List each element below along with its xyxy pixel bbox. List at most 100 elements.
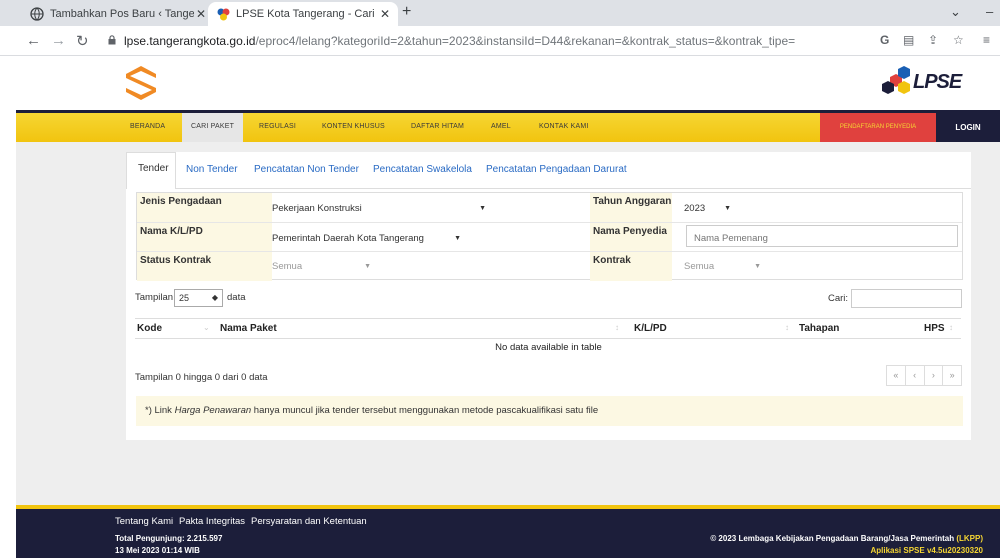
column-nama-paket[interactable]: Nama Paket	[220, 323, 277, 334]
login-button[interactable]: LOGIN	[936, 113, 1000, 142]
register-provider-button[interactable]: PENDAFTARAN PENYEDIA	[820, 113, 936, 142]
note-harga-penawaran: Harga Penawaran	[174, 405, 252, 416]
copyright-org: (LKPP)	[956, 534, 983, 543]
jenis-pengadaan-value: Pekerjaan Konstruksi	[272, 202, 362, 214]
table-header: Kode ⌄ Nama Paket ↕ K/L/PD ↕ Tahapan HPS…	[135, 318, 961, 339]
next-page-button[interactable]: ›	[925, 366, 944, 385]
show-entries-label: Tampilan	[135, 292, 174, 303]
minimize-icon[interactable]: –	[986, 4, 993, 19]
previous-page-button[interactable]: ‹	[906, 366, 925, 385]
sort-icon[interactable]: ↕	[949, 323, 953, 332]
menu-item-cari-paket[interactable]: CARI PAKET	[182, 113, 244, 142]
search-label: Cari:	[828, 293, 849, 304]
share-icon[interactable]: ⇪	[928, 33, 938, 47]
reload-icon[interactable]: ↻	[76, 32, 89, 50]
lpse-favicon-icon	[216, 7, 230, 21]
status-kontrak-value: Semua	[272, 260, 303, 272]
status-kontrak-select[interactable]: Semua ▼	[267, 255, 377, 277]
kontrak-value: Semua	[684, 260, 715, 272]
last-page-button[interactable]: »	[943, 366, 961, 385]
tab-tender[interactable]: Tender	[126, 152, 176, 189]
note-suffix: hanya muncul jika tender tersebut menggu…	[251, 405, 599, 416]
menu-item-regulasi[interactable]: REGULASI	[259, 123, 296, 130]
footer-datetime: 13 Mei 2023 01:14 WIB	[115, 546, 200, 555]
kontrak-select[interactable]: Semua ▼	[679, 255, 767, 277]
address-bar: ← → ↻ lpse.tangerangkota.go.id/eproc4/le…	[0, 26, 1000, 56]
nama-kl-value: Pemerintah Daerah Kota Tangerang	[272, 232, 424, 244]
column-tahapan[interactable]: Tahapan	[799, 323, 839, 334]
tahun-anggaran-select[interactable]: 2023 ▼	[679, 197, 737, 219]
caret-down-icon: ▼	[454, 234, 461, 242]
browser-tab-lpse[interactable]: LPSE Kota Tangerang - Cari Paket ✕	[208, 2, 398, 26]
close-tab-icon[interactable]: ✕	[194, 7, 208, 21]
forward-arrow-icon[interactable]: →	[51, 32, 66, 49]
page-size-value: 25	[179, 293, 190, 303]
nama-kl-select[interactable]: Pemerintah Daerah Kota Tangerang ▼	[267, 227, 467, 249]
menu-item-kontak-kami[interactable]: KONTAK KAMI	[539, 123, 589, 130]
sort-icon[interactable]: ⌄	[203, 323, 210, 332]
caret-down-icon: ▼	[754, 262, 761, 270]
site-header: LPSE	[16, 56, 1000, 110]
tab-pencatatan-pengadaan-darurat[interactable]: Pencatatan Pengadaan Darurat	[486, 164, 627, 175]
url-field[interactable]: lpse.tangerangkota.go.id/eproc4/lelang?k…	[108, 31, 863, 51]
column-kode[interactable]: Kode	[137, 323, 162, 334]
first-page-button[interactable]: «	[887, 366, 906, 385]
nama-penyedia-input[interactable]	[686, 225, 958, 247]
caret-down-icon: ▼	[724, 204, 731, 212]
info-note: *) Link Harga Penawaran hanya muncul jik…	[136, 396, 963, 426]
footer-link-tentang-kami[interactable]: Tentang Kami	[115, 516, 173, 527]
updown-arrow-icon: ◆	[211, 293, 218, 302]
tab-pencatatan-non-tender[interactable]: Pencatatan Non Tender	[254, 164, 359, 175]
jenis-pengadaan-select[interactable]: Pekerjaan Konstruksi ▼	[267, 197, 492, 219]
site-footer: Tentang Kami Pakta Integritas Persyarata…	[16, 505, 1000, 558]
copyright-text: © 2023 Lembaga Kebijakan Pengadaan Baran…	[710, 534, 983, 543]
tab-non-tender[interactable]: Non Tender	[186, 164, 238, 175]
footer-link-persyaratan[interactable]: Persyaratan dan Ketentuan	[251, 516, 367, 527]
translate-icon[interactable]: ▤	[903, 33, 914, 47]
bookmark-star-icon[interactable]: ☆	[953, 33, 964, 47]
sort-icon[interactable]: ↕	[785, 323, 789, 332]
pagination: « ‹ › »	[886, 365, 962, 386]
main-menu: BERANDA CARI PAKET REGULASI KONTEN KHUSU…	[16, 113, 1000, 142]
caret-down-icon: ▼	[479, 204, 486, 212]
lpse-logo[interactable]: LPSE	[880, 65, 970, 99]
tahun-anggaran-value: 2023	[684, 202, 706, 214]
url-path: /eproc4/lelang?kategoriId=2&tahun=2023&i…	[255, 34, 796, 48]
tab-title: Tambahkan Pos Baru ‹ Tangerang	[50, 8, 194, 20]
nama-penyedia-label: Nama Penyedia	[590, 223, 672, 252]
google-icon[interactable]: G	[880, 33, 889, 47]
tangerang-logo-icon[interactable]	[122, 64, 160, 107]
column-hps[interactable]: HPS	[924, 323, 945, 334]
table-info: Tampilan 0 hingga 0 dari 0 data	[135, 372, 268, 383]
menu-item-beranda[interactable]: BERANDA	[130, 123, 165, 130]
reading-list-icon[interactable]: ≡	[983, 33, 990, 47]
page-size-select[interactable]: 25 ◆	[174, 289, 223, 307]
new-tab-icon[interactable]: +	[402, 3, 411, 21]
app-version: Aplikasi SPSE v4.5u20230320	[870, 546, 983, 555]
status-kontrak-label: Status Kontrak	[137, 252, 272, 281]
menu-item-daftar-hitam[interactable]: DAFTAR HITAM	[411, 123, 464, 130]
close-tab-icon[interactable]: ✕	[378, 7, 392, 21]
filter-form: Jenis Pengadaan Pekerjaan Konstruksi ▼ T…	[136, 192, 963, 281]
menu-item-amel[interactable]: AMEL	[491, 123, 511, 130]
tabs-divider	[176, 188, 971, 189]
lock-icon	[108, 34, 116, 48]
empty-table-message: No data available in table	[495, 342, 602, 353]
note-prefix: *) Link	[145, 405, 175, 416]
browser-tab-wordpress[interactable]: Tambahkan Pos Baru ‹ Tangerang ✕	[22, 2, 214, 26]
kontrak-label: Kontrak	[590, 252, 672, 281]
copyright-main: © 2023 Lembaga Kebijakan Pengadaan Baran…	[710, 534, 955, 543]
footer-link-pakta-integritas[interactable]: Pakta Integritas	[179, 516, 245, 527]
back-arrow-icon[interactable]: ←	[26, 32, 41, 49]
sort-icon[interactable]: ↕	[615, 323, 619, 332]
tab-title: LPSE Kota Tangerang - Cari Paket	[236, 8, 378, 20]
lpse-logo-text: LPSE	[913, 71, 962, 93]
search-panel: Tender Non Tender Pencatatan Non Tender …	[126, 152, 971, 440]
show-entries-suffix: data	[227, 292, 246, 303]
menu-item-konten-khusus[interactable]: KONTEN KHUSUS	[322, 123, 385, 130]
tab-pencatatan-swakelola[interactable]: Pencatatan Swakelola	[373, 164, 472, 175]
column-klpd[interactable]: K/L/PD	[634, 323, 667, 334]
table-search-input[interactable]	[851, 289, 962, 308]
chevron-down-icon[interactable]: ⌄	[950, 4, 961, 20]
globe-icon	[30, 7, 44, 21]
